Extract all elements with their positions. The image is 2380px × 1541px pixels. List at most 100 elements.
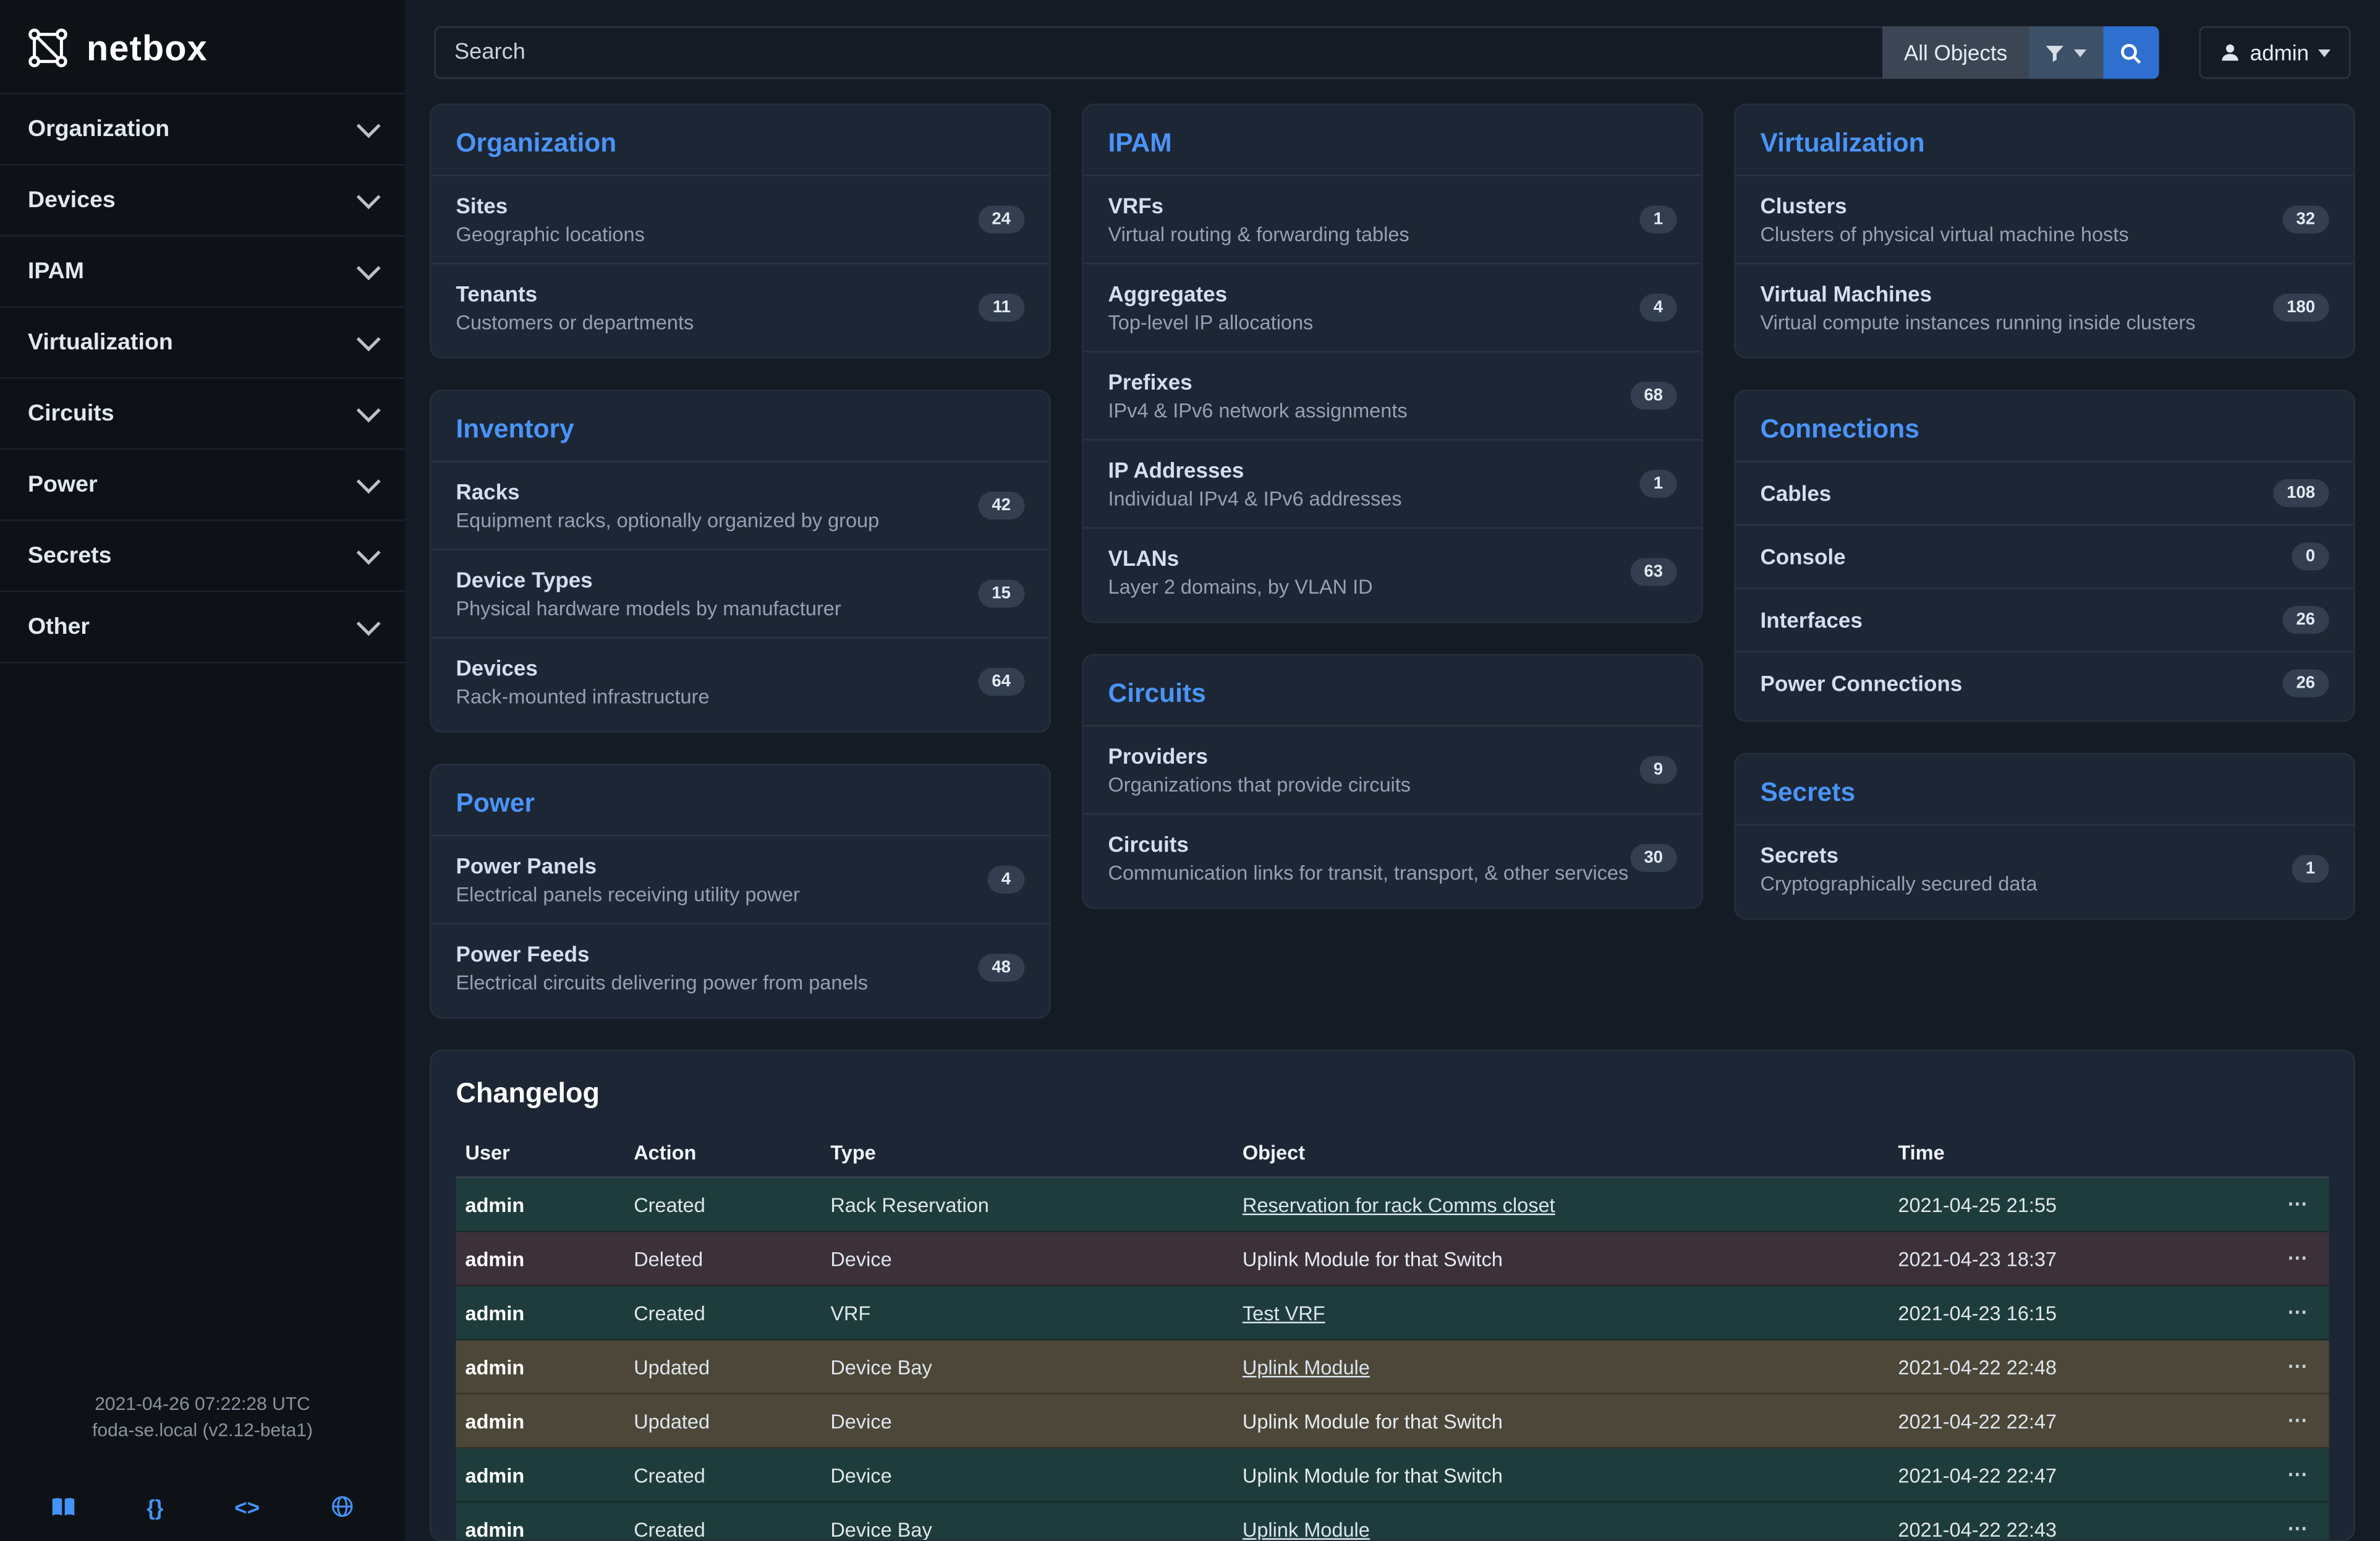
sidebar: netbox Organization Devices IPAM Virtual… <box>0 0 405 1541</box>
cell-time: 2021-04-22 22:47 <box>1889 1394 2254 1448</box>
changelog-object-text: Uplink Module for that Switch <box>1243 1463 1503 1487</box>
card-item-aggregates[interactable]: Aggregates Top-level IP allocations 4 <box>1084 263 1702 351</box>
card-secrets: Secrets Secrets Cryptographically secure… <box>1734 753 2355 920</box>
row-actions-button[interactable]: ⋯ <box>2254 1502 2329 1541</box>
main-content: All Objects admin Organization <box>405 0 2380 1541</box>
sidebar-item-label: Virtualization <box>28 330 173 356</box>
sidebar-item-circuits[interactable]: Circuits <box>0 379 405 450</box>
changelog-row: admin Updated Device Uplink Module for t… <box>456 1394 2329 1448</box>
changelog-object-link[interactable]: Uplink Module <box>1243 1355 1370 1378</box>
chevron-down-icon <box>357 185 381 209</box>
row-actions-button[interactable]: ⋯ <box>2254 1231 2329 1286</box>
card-title: IPAM <box>1084 105 1702 175</box>
search-icon <box>2119 41 2143 64</box>
api-braces-icon[interactable]: {} <box>147 1491 163 1522</box>
card-item-power-connections[interactable]: Power Connections 26 <box>1736 651 2354 715</box>
card-item-power-feeds[interactable]: Power Feeds Electrical circuits deliveri… <box>431 923 1050 1012</box>
globe-icon[interactable] <box>331 1495 354 1519</box>
row-actions-button[interactable]: ⋯ <box>2254 1177 2329 1232</box>
cell-user: admin <box>456 1286 625 1340</box>
card-item-racks[interactable]: Racks Equipment racks, optionally organi… <box>431 461 1050 549</box>
card-item-sites[interactable]: Sites Geographic locations 24 <box>431 175 1050 263</box>
cell-time: 2021-04-25 21:55 <box>1889 1177 2254 1232</box>
changelog-title: Changelog <box>431 1051 2354 1129</box>
count-badge: 1 <box>1639 470 1677 498</box>
docs-book-icon[interactable] <box>51 1496 75 1518</box>
card-circuits: Circuits Providers Organizations that pr… <box>1082 654 1703 910</box>
card-item-vlans[interactable]: VLANs Layer 2 domains, by VLAN ID 63 <box>1084 527 1702 616</box>
sidebar-item-secrets[interactable]: Secrets <box>0 521 405 592</box>
sidebar-item-organization[interactable]: Organization <box>0 95 405 166</box>
card-item-ip-addresses[interactable]: IP Addresses Individual IPv4 & IPv6 addr… <box>1084 439 1702 527</box>
changelog-row: admin Created Rack Reservation Reservati… <box>456 1177 2329 1232</box>
card-item-power-panels[interactable]: Power Panels Electrical panels receiving… <box>431 835 1050 923</box>
column-header: Type <box>821 1129 1233 1177</box>
sidebar-item-ipam[interactable]: IPAM <box>0 237 405 308</box>
card-item-devices[interactable]: Devices Rack-mounted infrastructure 64 <box>431 637 1050 725</box>
count-badge: 32 <box>2282 206 2329 234</box>
chevron-down-icon <box>357 469 381 493</box>
search-input[interactable] <box>435 27 1882 79</box>
card-item-clusters[interactable]: Clusters Clusters of physical virtual ma… <box>1736 175 2354 263</box>
user-icon <box>2219 42 2241 64</box>
netbox-logo-icon <box>25 25 71 71</box>
brand[interactable]: netbox <box>0 0 405 93</box>
card-item-device-types[interactable]: Device Types Physical hardware models by… <box>431 549 1050 638</box>
object-type-button[interactable]: All Objects <box>1882 27 2029 79</box>
code-icon[interactable]: <> <box>234 1491 260 1522</box>
filter-dropdown-button[interactable] <box>2029 27 2103 79</box>
sidebar-footer: 2021-04-26 07:22:28 UTC foda-se.local (v… <box>0 1391 405 1541</box>
sidebar-item-virtualization[interactable]: Virtualization <box>0 308 405 379</box>
cell-type: Device <box>821 1394 1233 1448</box>
card-item-tenants[interactable]: Tenants Customers or departments 11 <box>431 263 1050 351</box>
count-badge: 63 <box>1630 558 1677 586</box>
row-actions-button[interactable]: ⋯ <box>2254 1286 2329 1340</box>
card-item-console[interactable]: Console 0 <box>1736 524 2354 588</box>
sidebar-item-other[interactable]: Other <box>0 592 405 664</box>
changelog-object-link[interactable]: Uplink Module <box>1243 1518 1370 1541</box>
changelog-object-link[interactable]: Test VRF <box>1243 1301 1325 1325</box>
card-item-vrfs[interactable]: VRFs Virtual routing & forwarding tables… <box>1084 175 1702 263</box>
row-actions-button[interactable]: ⋯ <box>2254 1448 2329 1502</box>
count-badge: 48 <box>978 954 1025 982</box>
cell-action: Created <box>624 1502 821 1541</box>
cell-time: 2021-04-22 22:47 <box>1889 1448 2254 1502</box>
user-menu-button[interactable]: admin <box>2199 27 2350 79</box>
count-badge: 9 <box>1639 756 1677 784</box>
cell-type: Device <box>821 1448 1233 1502</box>
card-item-providers[interactable]: Providers Organizations that provide cir… <box>1084 725 1702 814</box>
card-title: Secrets <box>1736 754 2354 824</box>
card-item-virtual-machines[interactable]: Virtual Machines Virtual compute instanc… <box>1736 263 2354 351</box>
cell-user: admin <box>456 1502 625 1541</box>
sidebar-item-devices[interactable]: Devices <box>0 166 405 237</box>
card-item-secrets[interactable]: Secrets Cryptographically secured data 1 <box>1736 824 2354 913</box>
count-badge: 4 <box>987 866 1024 894</box>
row-actions-button[interactable]: ⋯ <box>2254 1339 2329 1394</box>
card-item-interfaces[interactable]: Interfaces 26 <box>1736 587 2354 651</box>
user-name: admin <box>2250 40 2309 65</box>
sidebar-nav: Organization Devices IPAM Virtualization… <box>0 93 405 664</box>
sidebar-item-label: Circuits <box>28 401 114 427</box>
count-badge: 26 <box>2282 670 2329 698</box>
column-header: Action <box>624 1129 821 1177</box>
cell-type: Device Bay <box>821 1339 1233 1394</box>
changelog-object-link[interactable]: Reservation for rack Comms closet <box>1243 1193 1555 1216</box>
count-badge: 1 <box>2292 855 2329 883</box>
funnel-icon <box>2045 43 2065 63</box>
search-button[interactable] <box>2103 27 2159 79</box>
cell-action: Deleted <box>624 1231 821 1286</box>
cell-action: Updated <box>624 1394 821 1448</box>
card-item-prefixes[interactable]: Prefixes IPv4 & IPv6 network assignments… <box>1084 351 1702 440</box>
chevron-down-icon <box>357 540 381 565</box>
dashboard-column-1: Organization Sites Geographic locations … <box>430 104 1051 1019</box>
card-organization: Organization Sites Geographic locations … <box>430 104 1051 359</box>
card-item-cables[interactable]: Cables 108 <box>1736 461 2354 524</box>
sidebar-item-power[interactable]: Power <box>0 450 405 521</box>
count-badge: 26 <box>2282 606 2329 634</box>
changelog-row: admin Created Device Bay Uplink Module 2… <box>456 1502 2329 1541</box>
sidebar-item-label: IPAM <box>28 258 84 285</box>
topbar: All Objects admin <box>430 0 2355 104</box>
row-actions-button[interactable]: ⋯ <box>2254 1394 2329 1448</box>
card-item-circuits[interactable]: Circuits Communication links for transit… <box>1084 813 1702 902</box>
changelog-row: admin Updated Device Bay Uplink Module 2… <box>456 1339 2329 1394</box>
